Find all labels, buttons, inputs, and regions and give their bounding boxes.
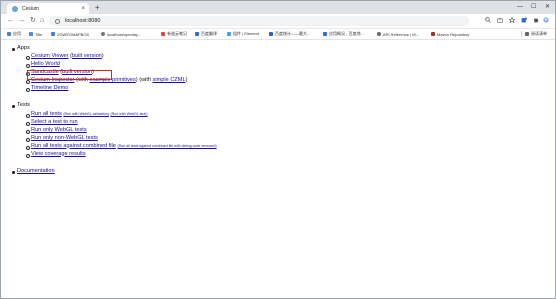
page-content: Apps Cesium Viewer (built version) Hello… bbox=[1, 40, 555, 298]
bookmark-item[interactable]: 应用概况 - 百度地... bbox=[323, 30, 364, 38]
bookmark-item[interactable]: ZGWEOMAPBOX bbox=[51, 30, 89, 38]
tab-cesium[interactable]: Cesium × bbox=[7, 3, 89, 14]
browser-toolbar: ← → ↻ ⌂ localhost:8080 bbox=[1, 14, 555, 29]
run-webgl-tests-link[interactable]: Run only WebGL tests bbox=[31, 127, 87, 133]
sandcastle-highlight-box bbox=[27, 70, 112, 80]
browser-window: Cesium × + — ☐ ✕ ← → ↻ ⌂ localhost:8080 … bbox=[0, 0, 556, 299]
tab-title: Cesium bbox=[22, 5, 39, 12]
globe-icon bbox=[101, 32, 105, 36]
run-webgl-stub-link[interactable]: (Run with WebGL stub) bbox=[110, 112, 147, 116]
address-bar[interactable]: localhost:8080 bbox=[49, 16, 469, 26]
bookmark-star-icon[interactable] bbox=[509, 17, 515, 23]
bullet bbox=[26, 137, 30, 142]
home-icon[interactable]: ⌂ bbox=[40, 16, 44, 26]
hello-world-link[interactable]: Hello World bbox=[31, 61, 60, 67]
bullet bbox=[12, 171, 15, 174]
list-item: Timeline Demo bbox=[26, 85, 187, 93]
bullet bbox=[26, 153, 30, 158]
address-url: localhost:8080 bbox=[65, 18, 101, 24]
bookmarks-divider bbox=[521, 31, 522, 37]
list-item: Run all tests (Run with WebGL validation… bbox=[26, 111, 217, 119]
inspector-with-text-2: (with bbox=[139, 76, 152, 83]
reload-icon[interactable]: ↻ bbox=[30, 16, 36, 26]
bullet bbox=[26, 87, 30, 92]
bullet bbox=[26, 56, 30, 60]
tests-heading: Tests bbox=[17, 102, 31, 108]
bookmark-item[interactable]: 应用 bbox=[7, 30, 21, 38]
tests-section: Tests bbox=[12, 102, 31, 110]
site-info-icon[interactable] bbox=[55, 18, 60, 24]
apps-heading: Apps bbox=[17, 45, 30, 51]
bullet bbox=[26, 63, 30, 68]
paren-close: ) bbox=[135, 76, 138, 83]
bookmark-favicon-icon bbox=[29, 32, 33, 36]
bullet bbox=[12, 48, 15, 51]
share-icon[interactable] bbox=[497, 17, 503, 23]
puzzle-icon[interactable] bbox=[533, 17, 539, 23]
profile-avatar-icon[interactable] bbox=[543, 17, 549, 23]
apps-section: Apps bbox=[12, 45, 30, 53]
extension-icon[interactable] bbox=[521, 17, 527, 23]
coverage-results-link[interactable]: View coverage results bbox=[31, 151, 86, 157]
bullet bbox=[26, 79, 30, 84]
bookmarks-bar: 应用 Title ZGWEOMAPBOX localhost/openlay..… bbox=[1, 29, 555, 40]
run-webgl-validation-link[interactable]: (Run with WebGL validation) bbox=[63, 112, 109, 116]
window-close-icon[interactable]: ✕ bbox=[545, 2, 550, 12]
zoom-icon[interactable] bbox=[485, 17, 491, 23]
paren-close-2: ) bbox=[185, 76, 188, 83]
cesium-viewer-link[interactable]: Cesium Viewer bbox=[31, 53, 69, 59]
bookmark-item[interactable]: Title bbox=[29, 30, 42, 38]
bookmark-favicon-icon bbox=[227, 32, 231, 36]
back-icon[interactable]: ← bbox=[7, 16, 14, 26]
bookmark-item[interactable]: 组件 | Element bbox=[227, 30, 259, 38]
run-all-tests-link[interactable]: Run all tests bbox=[31, 111, 62, 117]
timeline-demo-link[interactable]: Timeline Demo bbox=[31, 85, 68, 91]
list-item: Cesium Viewer (built version) bbox=[26, 53, 187, 61]
bookmark-favicon-icon bbox=[161, 32, 165, 36]
run-combined-link[interactable]: Run all tests against combined file bbox=[31, 143, 116, 149]
new-tab-icon[interactable]: + bbox=[95, 3, 100, 13]
reading-list-icon bbox=[525, 32, 529, 36]
bullet bbox=[12, 105, 15, 108]
bullet bbox=[26, 121, 30, 126]
documentation-link[interactable]: Documentation bbox=[17, 168, 55, 174]
list-item: Run only non-WebGL tests bbox=[26, 135, 217, 143]
bookmark-favicon-icon bbox=[195, 32, 199, 36]
bookmark-favicon-icon bbox=[51, 32, 55, 36]
forward-icon[interactable]: → bbox=[18, 16, 25, 26]
simple-czml-link[interactable]: simple CZML bbox=[153, 77, 186, 83]
list-item: View coverage results bbox=[26, 151, 217, 159]
globe-icon bbox=[377, 32, 381, 36]
bookmark-favicon-icon bbox=[269, 32, 273, 36]
run-combined-debug-link[interactable]: (Run all tests against combined file wit… bbox=[117, 144, 216, 148]
bookmark-item-reading-list[interactable]: 阅读清单 bbox=[525, 30, 547, 38]
list-item: Hello World bbox=[26, 61, 187, 69]
bookmark-item[interactable]: 百度统计——最大... bbox=[269, 30, 310, 38]
list-item: Run all tests against combined file (Run… bbox=[26, 143, 217, 151]
list-item: Select a test to run bbox=[26, 119, 217, 127]
tab-close-icon[interactable]: × bbox=[81, 6, 85, 12]
bookmark-favicon-icon bbox=[431, 32, 435, 36]
bullet bbox=[26, 114, 30, 118]
bookmark-item[interactable]: localhost/openlay... bbox=[101, 30, 141, 38]
bookmark-item[interactable]: 有道云笔记 bbox=[161, 30, 187, 38]
bookmark-item[interactable]: 百度翻译 bbox=[195, 30, 217, 38]
run-non-webgl-tests-link[interactable]: Run only non-WebGL tests bbox=[31, 135, 98, 141]
tab-strip: Cesium × + — ☐ ✕ bbox=[1, 1, 555, 14]
bookmark-favicon-icon bbox=[323, 32, 327, 36]
list-item: Run only WebGL tests bbox=[26, 127, 217, 135]
apps-grid-icon bbox=[7, 32, 11, 36]
bullet bbox=[26, 145, 30, 150]
minimize-icon[interactable]: — bbox=[517, 2, 523, 12]
tests-list: Run all tests (Run with WebGL validation… bbox=[26, 111, 217, 159]
cesium-favicon-icon bbox=[12, 5, 18, 12]
bullet bbox=[26, 129, 30, 134]
cesium-viewer-built-link[interactable]: built version bbox=[72, 53, 102, 59]
maximize-icon[interactable]: ☐ bbox=[531, 2, 536, 12]
documentation-section: Documentation bbox=[12, 168, 55, 176]
bookmark-item[interactable]: Maven Repository bbox=[431, 30, 469, 38]
bookmark-item[interactable]: API Reference | M... bbox=[377, 30, 419, 38]
select-test-link[interactable]: Select a test to run bbox=[31, 119, 78, 125]
